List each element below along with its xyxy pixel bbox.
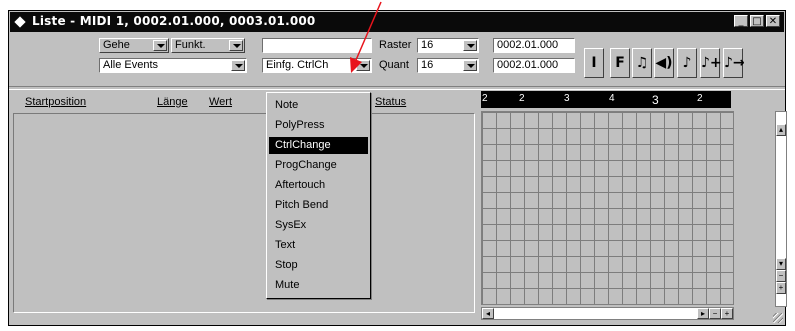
position-top-field[interactable]: 0002.01.000 bbox=[493, 38, 575, 53]
zoom-in-icon[interactable]: + bbox=[776, 282, 786, 294]
chevron-down-icon bbox=[229, 40, 243, 51]
event-filter-select[interactable]: Alle Events bbox=[99, 58, 247, 73]
raster-select[interactable]: 16 bbox=[417, 38, 479, 53]
insert-event-dropdown-list[interactable]: Note PolyPress CtrlChange ProgChange Afterto… bbox=[266, 92, 371, 299]
ruler-label: 4 bbox=[609, 93, 615, 104]
zoom-out-icon[interactable]: − bbox=[776, 270, 786, 282]
dropdown-item-polypress[interactable]: PolyPress bbox=[269, 117, 368, 134]
column-header-start[interactable]: Startposition bbox=[25, 96, 86, 108]
goto-label: Gehe bbox=[103, 39, 130, 51]
raster-value: 16 bbox=[421, 39, 434, 51]
quant-select[interactable]: 16 bbox=[417, 58, 479, 73]
function-dropdown[interactable]: Funkt. bbox=[171, 38, 245, 53]
dropdown-item-ctrlchange[interactable]: CtrlChange bbox=[269, 137, 368, 154]
ruler-label: 2 bbox=[482, 93, 488, 104]
chevron-down-icon bbox=[153, 40, 167, 51]
insert-tool-button[interactable]: I bbox=[584, 48, 604, 78]
raster-label: Raster bbox=[379, 39, 412, 51]
zoom-in-icon[interactable]: + bbox=[721, 308, 733, 319]
midi-list-editor-window: Liste - MIDI 1, 0002.01.000, 0003.01.000… bbox=[8, 10, 787, 326]
vertical-scrollbar[interactable]: ▴ ▾ − + bbox=[775, 111, 787, 307]
position-bottom-field[interactable]: 0002.01.000 bbox=[493, 58, 575, 73]
window-title: Liste - MIDI 1, 0002.01.000, 0003.01.000 bbox=[32, 14, 316, 28]
f-tool-button[interactable]: F bbox=[610, 48, 630, 78]
note-tool-button[interactable]: ♪ bbox=[677, 48, 697, 78]
scroll-right-icon[interactable]: ▸ bbox=[697, 308, 709, 319]
quant-value: 16 bbox=[421, 59, 434, 71]
zoom-out-icon[interactable]: − bbox=[709, 308, 721, 319]
dropdown-item-note[interactable]: Note bbox=[269, 97, 368, 114]
chevron-down-icon bbox=[463, 60, 477, 71]
chevron-down-icon bbox=[231, 60, 245, 71]
close-button[interactable]: ✕ bbox=[766, 15, 780, 27]
insert-event-select[interactable]: Einfg. CtrlCh bbox=[262, 58, 372, 73]
toolbar-separator bbox=[9, 86, 785, 90]
ruler-label: 2 bbox=[697, 93, 703, 104]
note-add-tool-button[interactable]: ♪+ bbox=[700, 48, 722, 78]
quant-label: Quant bbox=[379, 59, 409, 71]
goto-dropdown[interactable]: Gehe bbox=[99, 38, 169, 53]
ruler-label: 3 bbox=[564, 93, 570, 104]
dropdown-item-text[interactable]: Text bbox=[269, 237, 368, 254]
dropdown-item-pitch-bend[interactable]: Pitch Bend bbox=[269, 197, 368, 214]
scroll-left-icon[interactable]: ◂ bbox=[482, 308, 494, 319]
insert-event-value: Einfg. CtrlCh bbox=[266, 59, 329, 71]
scroll-down-icon[interactable]: ▾ bbox=[776, 258, 786, 270]
app-diamond-icon bbox=[14, 16, 26, 28]
event-grid[interactable] bbox=[481, 111, 734, 305]
text-input[interactable] bbox=[262, 38, 372, 53]
column-header-length[interactable]: Länge bbox=[157, 96, 188, 108]
horizontal-scrollbar[interactable]: ◂ ▸ − + bbox=[481, 307, 734, 320]
event-list-area[interactable] bbox=[13, 113, 475, 313]
scroll-up-icon[interactable]: ▴ bbox=[776, 124, 786, 136]
ruler-label: 3 bbox=[652, 93, 659, 107]
chevron-down-icon bbox=[463, 40, 477, 51]
column-header-status[interactable]: Status bbox=[375, 96, 406, 108]
resize-grip-icon[interactable] bbox=[773, 313, 783, 323]
dropdown-item-aftertouch[interactable]: Aftertouch bbox=[269, 177, 368, 194]
minimize-button[interactable]: _ bbox=[734, 15, 748, 27]
event-filter-value: Alle Events bbox=[103, 59, 159, 71]
title-bar[interactable]: Liste - MIDI 1, 0002.01.000, 0003.01.000… bbox=[10, 12, 784, 32]
dropdown-item-sysex[interactable]: SysEx bbox=[269, 217, 368, 234]
maximize-button[interactable]: □ bbox=[750, 15, 764, 27]
dropdown-item-progchange[interactable]: ProgChange bbox=[269, 157, 368, 174]
function-label: Funkt. bbox=[175, 39, 206, 51]
chevron-down-icon bbox=[356, 60, 370, 71]
eraser-tool-button[interactable]: ♫ bbox=[632, 48, 652, 78]
dropdown-item-stop[interactable]: Stop bbox=[269, 257, 368, 274]
ruler-label: 2 bbox=[519, 93, 525, 104]
dropdown-item-mute[interactable]: Mute bbox=[269, 277, 368, 294]
column-header-value[interactable]: Wert bbox=[209, 96, 232, 108]
note-move-tool-button[interactable]: ♪→ bbox=[723, 48, 745, 78]
speaker-tool-button[interactable]: ◀) bbox=[654, 48, 674, 78]
bar-ruler[interactable]: 2 2 3 4 3 2 bbox=[481, 91, 731, 108]
